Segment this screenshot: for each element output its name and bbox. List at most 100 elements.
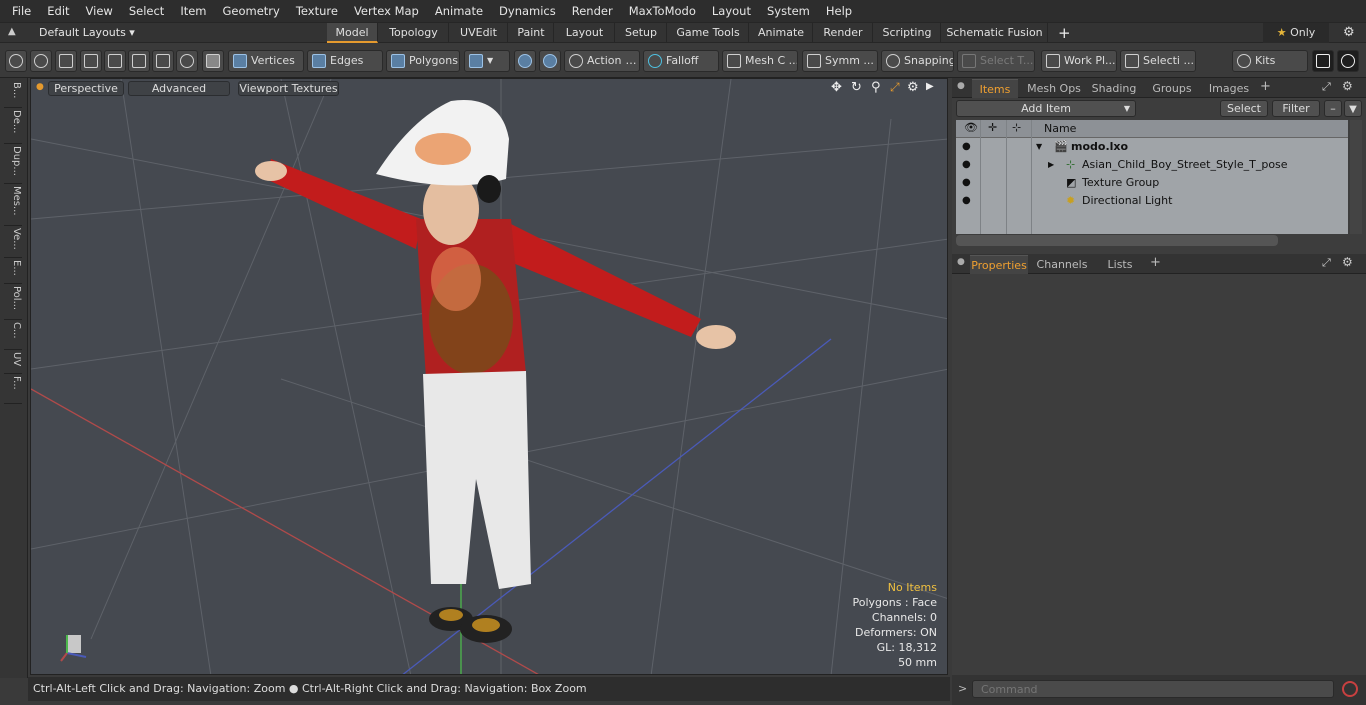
tab-layout[interactable]: Layout (555, 23, 615, 43)
tab-lists[interactable]: Lists (1096, 255, 1144, 274)
tab-uvedit[interactable]: UVEdit (450, 23, 508, 43)
work-plane-button[interactable]: Work Pl... (1041, 50, 1117, 72)
tab-schematic-fusion[interactable]: Schematic Fusion (942, 23, 1048, 43)
tab-polygon[interactable]: Pol... (4, 286, 22, 320)
vertical-scrollbar[interactable] (1350, 120, 1362, 234)
expand-arrow-icon[interactable]: ▼ (1036, 138, 1042, 156)
advanced-button[interactable]: Advanced (128, 81, 230, 96)
edges-button[interactable]: Edges (307, 50, 383, 72)
tab-fusion[interactable]: F... (4, 376, 22, 404)
add-tab-icon[interactable]: + (1260, 79, 1271, 94)
add-item-dropdown[interactable]: Add Item ▼ (956, 100, 1136, 117)
select-through-button[interactable]: Select T... (957, 50, 1035, 72)
rotate-view-icon[interactable]: ↻ (851, 80, 862, 95)
visibility-eye-icon[interactable]: ● (962, 174, 971, 192)
only-toggle[interactable]: ★ Only (1263, 23, 1329, 43)
record-icon[interactable] (1342, 681, 1358, 697)
layout-selector[interactable]: Default Layouts ▾ (39, 23, 135, 43)
tab-vertex[interactable]: Ve... (4, 228, 22, 258)
command-input[interactable] (972, 680, 1334, 698)
tab-animate[interactable]: Animate (750, 23, 813, 43)
align-button[interactable] (104, 50, 126, 72)
menu-file[interactable]: File (4, 0, 39, 22)
gear-icon[interactable]: ⚙ (1343, 23, 1355, 43)
tab-channels[interactable]: Channels (1034, 255, 1090, 274)
mesh-constraint-button[interactable]: Mesh C ... (722, 50, 798, 72)
material-button[interactable] (514, 50, 536, 72)
3d-viewport[interactable]: ● Perspective Advanced Viewport Textures… (30, 78, 948, 675)
horizontal-scrollbar[interactable] (956, 235, 1278, 246)
list-item-scene[interactable]: ● ▼ 🎬 modo.lxo (956, 138, 1348, 156)
action-center-button[interactable]: Action … (564, 50, 640, 72)
unreal-button[interactable] (1337, 50, 1359, 72)
pen-button[interactable] (55, 50, 77, 72)
menu-system[interactable]: System (759, 0, 818, 22)
symmetry-button[interactable]: Symm ... (802, 50, 878, 72)
funnel-button[interactable]: ▼ (1344, 100, 1362, 117)
selection-button[interactable]: Selecti ... (1120, 50, 1196, 72)
menu-geometry[interactable]: Geometry (215, 0, 288, 22)
frame-button[interactable] (152, 50, 174, 72)
tab-render[interactable]: Render (814, 23, 873, 43)
tab-model[interactable]: Model (327, 23, 378, 43)
tab-scripting[interactable]: Scripting (874, 23, 941, 43)
tab-game-tools[interactable]: Game Tools (668, 23, 749, 43)
menu-help[interactable]: Help (818, 0, 860, 22)
panel-gear-icon[interactable]: ⚙ (1342, 255, 1353, 269)
expand-panel-icon[interactable]: ⤢ (1322, 256, 1331, 270)
pivot-button[interactable] (539, 50, 561, 72)
tab-mesh-edit[interactable]: Mes... (4, 186, 22, 226)
shaded-button[interactable] (202, 50, 224, 72)
tab-mesh-ops[interactable]: Mesh Ops (1024, 79, 1084, 98)
menu-select[interactable]: Select (121, 0, 172, 22)
menu-dynamics[interactable]: Dynamics (491, 0, 564, 22)
tab-edge[interactable]: E... (4, 260, 22, 284)
maximize-view-icon[interactable]: ⤢ (890, 80, 900, 95)
tab-items[interactable]: Items (972, 79, 1018, 98)
tab-basic[interactable]: B... (4, 82, 22, 108)
visibility-eye-icon[interactable]: ● (962, 156, 971, 174)
list-item-light[interactable]: ● ✹ Directional Light (956, 192, 1348, 210)
add-tab-icon[interactable]: + (1150, 255, 1161, 270)
menu-layout[interactable]: Layout (704, 0, 759, 22)
list-item-texture-group[interactable]: ● ◩ Texture Group (956, 174, 1348, 192)
visibility-eye-icon[interactable]: ● (962, 138, 971, 156)
tab-paint[interactable]: Paint (509, 23, 554, 43)
collapse-button[interactable]: – (1324, 100, 1342, 117)
select-button[interactable]: Select (1220, 100, 1268, 117)
menu-render[interactable]: Render (564, 0, 621, 22)
crosshair-button[interactable] (128, 50, 150, 72)
tab-duplicate[interactable]: Dup... (4, 146, 22, 184)
menu-texture[interactable]: Texture (288, 0, 346, 22)
filter-button[interactable]: Filter (1272, 100, 1320, 117)
falloff-button[interactable]: Falloff (643, 50, 719, 72)
globe-button[interactable] (30, 50, 52, 72)
collapse-up-icon[interactable]: ▲ (8, 26, 16, 37)
menu-item[interactable]: Item (172, 0, 214, 22)
viewport-gear-icon[interactable]: ⚙ (907, 80, 919, 95)
menu-vertex-map[interactable]: Vertex Map (346, 0, 427, 22)
menu-edit[interactable]: Edit (39, 0, 77, 22)
add-tab-icon[interactable]: + (1058, 23, 1071, 43)
item-mode-button[interactable]: ▼ (464, 50, 510, 72)
timer-button[interactable] (176, 50, 198, 72)
viewport-arrow-icon[interactable]: ▶ (926, 81, 934, 92)
zoom-view-icon[interactable]: ⚲ (871, 80, 881, 95)
expand-panel-icon[interactable]: ⤢ (1322, 80, 1331, 94)
unity-button[interactable] (1312, 50, 1334, 72)
perspective-button[interactable]: Perspective (48, 81, 124, 96)
tab-groups[interactable]: Groups (1144, 79, 1200, 98)
tab-topology[interactable]: Topology (379, 23, 449, 43)
menu-maxtomodo[interactable]: MaxToModo (621, 0, 704, 22)
visibility-eye-icon[interactable]: ● (962, 192, 971, 210)
circle-select-button[interactable] (5, 50, 27, 72)
brush-button[interactable] (80, 50, 102, 72)
tab-curve[interactable]: C... (4, 322, 22, 350)
tab-properties[interactable]: Properties (970, 255, 1028, 274)
tab-shading[interactable]: Shading (1088, 79, 1140, 98)
menu-view[interactable]: View (78, 0, 121, 22)
snapping-button[interactable]: Snapping (881, 50, 954, 72)
kits-button[interactable]: Kits (1232, 50, 1308, 72)
list-item-mesh[interactable]: ● ▶ ⊹ Asian_Child_Boy_Street_Style_T_pos… (956, 156, 1348, 174)
move-view-icon[interactable]: ✥ (831, 80, 842, 95)
